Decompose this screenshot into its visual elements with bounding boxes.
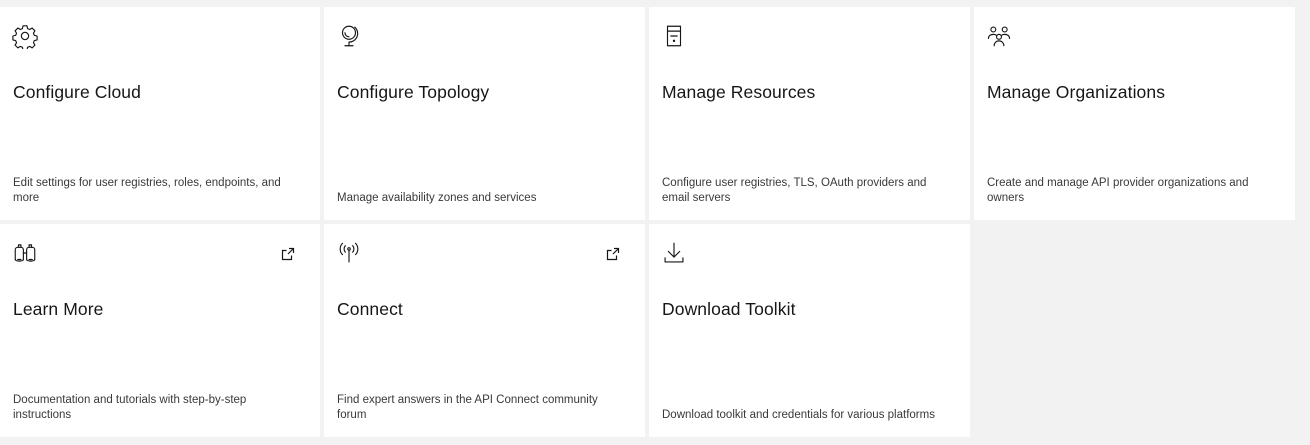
download-icon	[661, 239, 689, 267]
tile-manage-organizations[interactable]: Manage Organizations Create and manage A…	[974, 7, 1295, 220]
tile-description: Create and manage API provider organizat…	[987, 177, 1249, 204]
tile-description: Edit settings for user registries, roles…	[13, 177, 281, 204]
tile-download-toolkit[interactable]: Download Toolkit Download toolkit and cr…	[649, 224, 970, 437]
tile-description: Manage availability zones and services	[337, 192, 537, 204]
external-link-icon[interactable]	[605, 246, 621, 262]
tile-manage-resources[interactable]: Manage Resources Configure user registri…	[649, 7, 970, 220]
tile-configure-cloud[interactable]: Configure Cloud Edit settings for user r…	[0, 7, 320, 220]
tile-configure-topology[interactable]: Configure Topology Manage availability z…	[324, 7, 645, 220]
tile-description: Download toolkit and credentials for var…	[662, 409, 935, 421]
tile-description: Configure user registries, TLS, OAuth pr…	[662, 177, 927, 204]
tile-description: Find expert answers in the API Connect c…	[337, 394, 598, 421]
tile-title: Manage Organizations	[987, 82, 1166, 102]
group-icon	[986, 22, 1014, 50]
tile-title: Download Toolkit	[662, 299, 796, 319]
tile-learn-more[interactable]: Learn More Documentation and tutorials w…	[0, 224, 320, 437]
binoculars-icon	[12, 239, 40, 267]
tile-title: Configure Cloud	[13, 82, 141, 102]
tile-connect[interactable]: Connect Find expert answers in the API C…	[324, 224, 645, 437]
globe-icon	[336, 22, 364, 50]
server-icon	[661, 22, 689, 50]
tile-title: Learn More	[13, 299, 104, 319]
tile-title: Manage Resources	[662, 82, 816, 102]
tile-description: Documentation and tutorials with step-by…	[13, 394, 247, 421]
tile-grid: Configure Cloud Edit settings for user r…	[0, 7, 1295, 437]
empty-slot	[974, 224, 1295, 437]
tile-title: Configure Topology	[337, 82, 490, 102]
external-link-icon[interactable]	[280, 246, 296, 262]
antenna-icon	[336, 239, 364, 267]
gear-icon	[12, 22, 40, 50]
tile-title: Connect	[337, 299, 403, 319]
